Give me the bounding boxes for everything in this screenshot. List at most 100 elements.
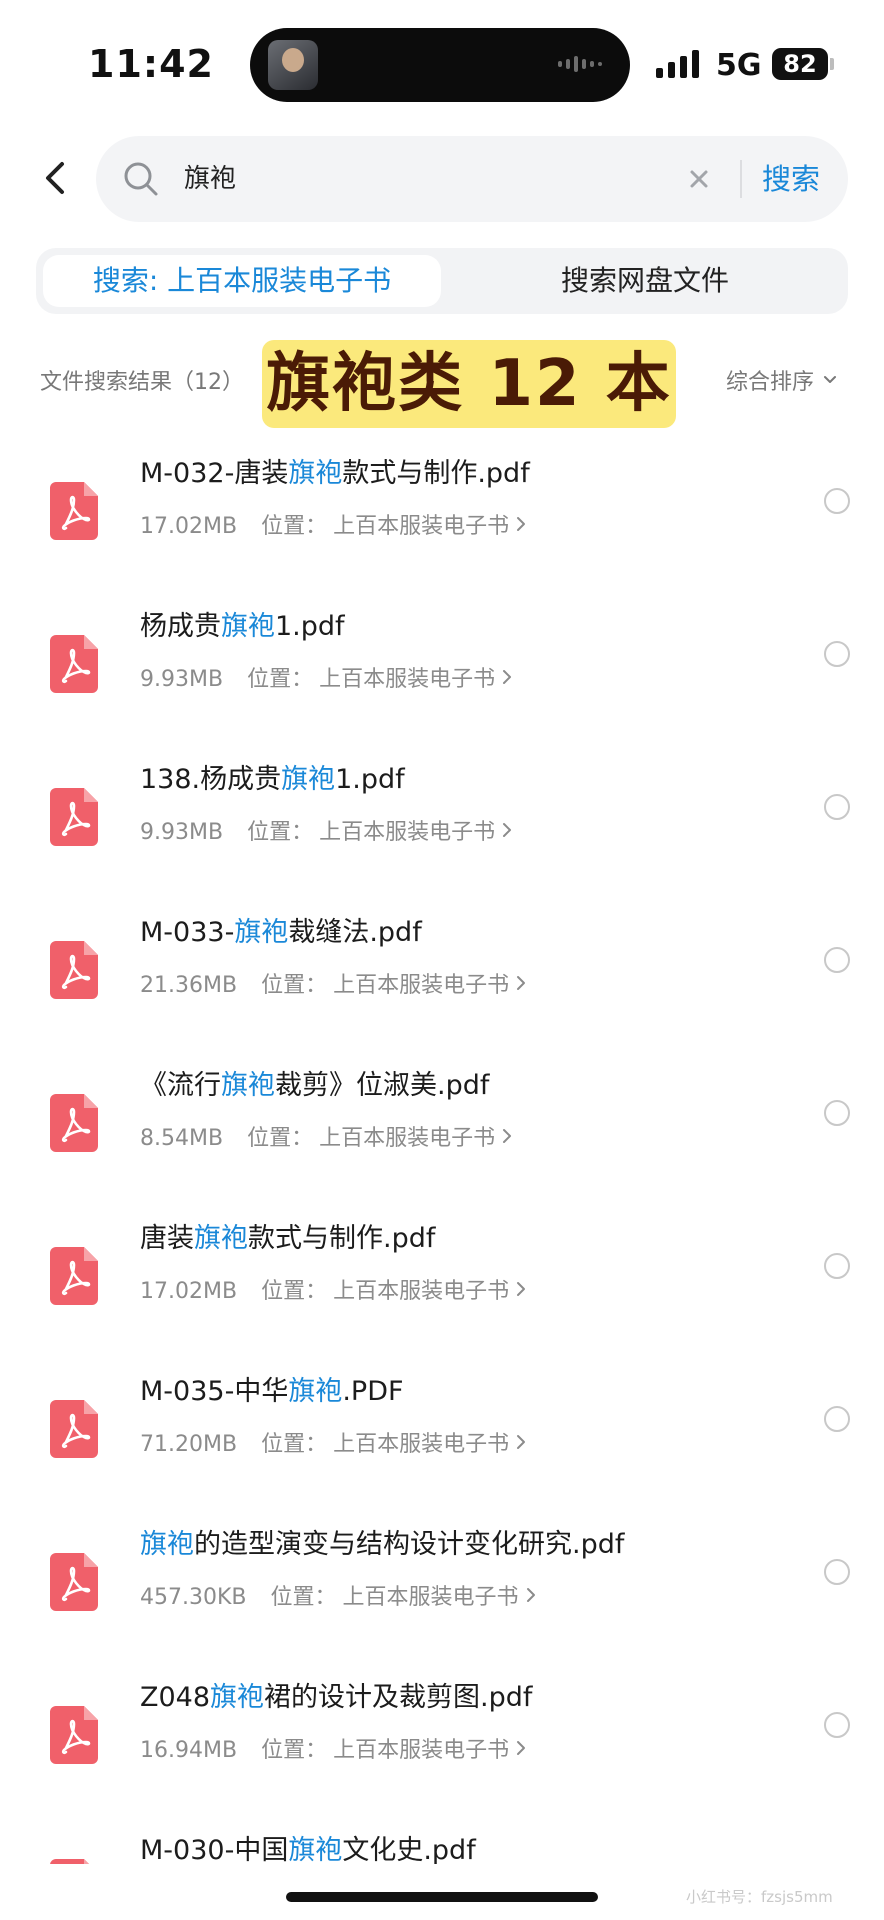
file-location-link[interactable]: 位置： 上百本服装电子书	[261, 1428, 527, 1462]
file-location-link[interactable]: 位置： 上百本服装电子书	[247, 816, 513, 850]
select-radio[interactable]	[824, 947, 850, 973]
file-row[interactable]: M-033-旗袍裁缝法.pdf 21.36MB 位置： 上百本服装电子书	[0, 903, 884, 1056]
chevron-right-icon	[501, 663, 513, 697]
select-radio[interactable]	[824, 794, 850, 820]
file-name-part: 1.pdf	[335, 764, 405, 795]
chevron-right-icon	[515, 1275, 527, 1309]
file-row[interactable]: 唐装旗袍款式与制作.pdf 17.02MB 位置： 上百本服装电子书	[0, 1209, 884, 1362]
file-location-link[interactable]: 位置： 上百本服装电子书	[247, 1122, 513, 1156]
close-icon	[690, 170, 708, 188]
file-name-highlight: 旗袍	[281, 764, 336, 795]
signal-icon	[656, 50, 699, 78]
file-meta: 21.36MB 位置： 上百本服装电子书	[140, 969, 527, 1003]
pdf-file-icon	[50, 941, 98, 999]
file-location-link[interactable]: 位置： 上百本服装电子书	[261, 510, 527, 544]
file-name-part: 裙的设计及裁剪图.pdf	[264, 1682, 533, 1713]
file-size: 17.02MB	[140, 1279, 238, 1304]
file-location-link[interactable]: 位置： 上百本服装电子书	[261, 969, 527, 1003]
file-name-part: 唐装	[140, 1223, 194, 1254]
file-meta: 17.02MB 位置： 上百本服装电子书	[140, 1275, 527, 1309]
home-indicator[interactable]	[286, 1892, 598, 1902]
file-name-highlight: 旗袍	[221, 1070, 275, 1101]
file-name-part: M-035-中华	[140, 1376, 289, 1407]
location-folder: 上百本服装电子书	[319, 820, 496, 845]
tab-search-ebooks[interactable]: 搜索: 上百本服装电子书	[43, 255, 441, 307]
pdf-file-icon	[50, 1859, 98, 1864]
file-name-part: 裁缝法.pdf	[288, 917, 422, 948]
battery-indicator: 82	[772, 48, 828, 80]
sort-dropdown[interactable]: 综合排序	[726, 364, 838, 396]
file-size: 8.54MB	[140, 1126, 224, 1151]
file-name: Z048旗袍裙的设计及裁剪图.pdf	[140, 1678, 532, 1718]
back-button[interactable]	[36, 158, 76, 198]
file-row[interactable]: 杨成贵旗袍1.pdf 9.93MB 位置： 上百本服装电子书	[0, 597, 884, 750]
file-size: 457.30KB	[140, 1585, 247, 1610]
search-input[interactable]: 旗袍	[184, 160, 236, 198]
pdf-file-icon	[50, 1400, 98, 1458]
file-name: 杨成贵旗袍1.pdf	[140, 607, 345, 647]
select-radio[interactable]	[824, 488, 850, 514]
select-radio[interactable]	[824, 1406, 850, 1432]
file-location-link[interactable]: 位置： 上百本服装电子书	[261, 1734, 527, 1768]
location-folder: 上百本服装电子书	[333, 1738, 510, 1763]
chevron-right-icon	[515, 1428, 527, 1462]
chevron-right-icon	[501, 816, 513, 850]
select-radio[interactable]	[824, 1559, 850, 1585]
chevron-right-icon	[515, 969, 527, 1003]
location-prefix: 位置：	[261, 1279, 328, 1304]
audio-wave-icon	[558, 56, 602, 72]
location-prefix: 位置：	[247, 667, 314, 692]
location-folder: 上百本服装电子书	[342, 1585, 519, 1610]
search-bar[interactable]: 旗袍 搜索	[96, 136, 848, 222]
file-name: 旗袍的造型演变与结构设计变化研究.pdf	[140, 1525, 624, 1565]
file-meta: 16.94MB 位置： 上百本服装电子书	[140, 1734, 527, 1768]
location-folder: 上百本服装电子书	[319, 667, 496, 692]
location-folder: 上百本服装电子书	[333, 1279, 510, 1304]
chevron-right-icon	[515, 1734, 527, 1768]
location-prefix: 位置：	[261, 514, 328, 539]
file-name-highlight: 旗袍	[234, 917, 289, 948]
file-name-highlight: 旗袍	[288, 1376, 343, 1407]
status-bar: 11:42 5G 82	[0, 0, 884, 130]
clear-search-button[interactable]	[680, 160, 718, 198]
file-meta: 9.93MB 位置： 上百本服装电子书	[140, 816, 513, 850]
file-name-part: 138.杨成贵	[140, 764, 282, 795]
network-label: 5G	[716, 48, 762, 83]
status-time: 11:42	[88, 42, 214, 86]
file-result-list: M-032-唐装旗袍款式与制作.pdf 17.02MB 位置： 上百本服装电子书 杨成贵…	[0, 444, 884, 1864]
file-name-highlight: 旗袍	[221, 611, 275, 642]
sort-label: 综合排序	[726, 370, 815, 395]
file-row[interactable]: 138.杨成贵旗袍1.pdf 9.93MB 位置： 上百本服装电子书	[0, 750, 884, 903]
file-row[interactable]: 《流行旗袍裁剪》位淑美.pdf 8.54MB 位置： 上百本服装电子书	[0, 1056, 884, 1209]
result-count-label: 文件搜索结果（12）	[40, 370, 244, 395]
file-name-highlight: 旗袍	[288, 458, 343, 489]
file-name-part: 1.pdf	[275, 611, 345, 642]
file-location-link[interactable]: 位置： 上百本服装电子书	[271, 1581, 537, 1615]
file-name-part: 的造型演变与结构设计变化研究.pdf	[194, 1529, 625, 1560]
file-size: 17.02MB	[140, 514, 238, 539]
search-button[interactable]: 搜索	[762, 158, 820, 200]
search-divider	[740, 160, 742, 198]
file-name-part: .PDF	[342, 1376, 404, 1407]
select-radio[interactable]	[824, 641, 850, 667]
location-prefix: 位置：	[247, 820, 314, 845]
select-radio[interactable]	[824, 1253, 850, 1279]
search-icon	[124, 162, 158, 196]
select-radio[interactable]	[824, 1712, 850, 1738]
file-name-part: 《流行	[140, 1070, 221, 1101]
file-row[interactable]: M-030-中国旗袍文化史.pdf	[0, 1821, 884, 1864]
file-row[interactable]: 旗袍的造型演变与结构设计变化研究.pdf 457.30KB 位置： 上百本服装电子书	[0, 1515, 884, 1668]
file-row[interactable]: M-032-唐装旗袍款式与制作.pdf 17.02MB 位置： 上百本服装电子书	[0, 444, 884, 597]
file-row[interactable]: Z048旗袍裙的设计及裁剪图.pdf 16.94MB 位置： 上百本服装电子书	[0, 1668, 884, 1821]
tab-search-netdisk[interactable]: 搜索网盘文件	[448, 255, 842, 307]
file-row[interactable]: M-035-中华旗袍.PDF 71.20MB 位置： 上百本服装电子书	[0, 1362, 884, 1515]
file-name-part: 款式与制作.pdf	[248, 1223, 436, 1254]
location-prefix: 位置：	[261, 973, 328, 998]
select-radio[interactable]	[824, 1100, 850, 1126]
overlay-caption-badge: 旗袍类 12 本	[262, 340, 676, 428]
file-location-link[interactable]: 位置： 上百本服装电子书	[247, 663, 513, 697]
dynamic-island[interactable]	[250, 28, 630, 102]
file-name: 138.杨成贵旗袍1.pdf	[140, 760, 405, 800]
file-location-link[interactable]: 位置： 上百本服装电子书	[261, 1275, 527, 1309]
pdf-file-icon	[50, 1706, 98, 1764]
